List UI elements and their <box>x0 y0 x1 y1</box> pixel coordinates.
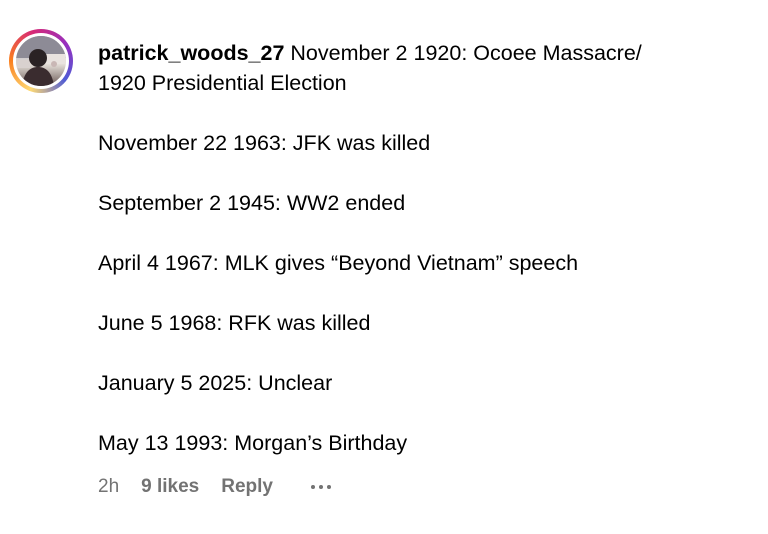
avatar-story-ring[interactable] <box>9 29 73 93</box>
more-dot <box>311 485 315 489</box>
more-dot <box>327 485 331 489</box>
timeline-entry: April 4 1967: MLK gives “Beyond Vietnam”… <box>98 251 579 275</box>
person-silhouette-icon <box>16 36 66 86</box>
comment-body: patrick_woods_27 November 2 1920: Ocoee … <box>98 38 748 458</box>
avatar[interactable] <box>13 33 69 89</box>
comment-meta-bar: 2h 9 likes Reply <box>98 474 331 500</box>
timeline-entry: September 2 1945: WW2 ended <box>98 191 406 215</box>
reply-button[interactable]: Reply <box>221 476 273 498</box>
comment-first-line: patrick_woods_27 November 2 1920: Ocoee … <box>98 38 748 68</box>
timeline-entry: June 5 1968: RFK was killed <box>98 311 371 335</box>
timeline-entry: November 22 1963: JFK was killed <box>98 131 431 155</box>
username-link[interactable]: patrick_woods_27 <box>98 41 284 65</box>
comment-text-line: 1920 Presidential Election <box>98 71 347 95</box>
more-dot <box>319 485 323 489</box>
likes-count-button[interactable]: 9 likes <box>141 476 199 498</box>
avatar-photo <box>16 36 66 86</box>
comment-timestamp[interactable]: 2h <box>98 476 119 498</box>
comment: patrick_woods_27 November 2 1920: Ocoee … <box>0 0 768 534</box>
comment-text-line: November 2 1920: Ocoee Massacre/ <box>290 41 642 65</box>
timeline-entry: May 13 1993: Morgan’s Birthday <box>98 431 408 455</box>
timeline-entry: January 5 2025: Unclear <box>98 371 333 395</box>
more-horizontal-icon[interactable] <box>311 481 331 493</box>
